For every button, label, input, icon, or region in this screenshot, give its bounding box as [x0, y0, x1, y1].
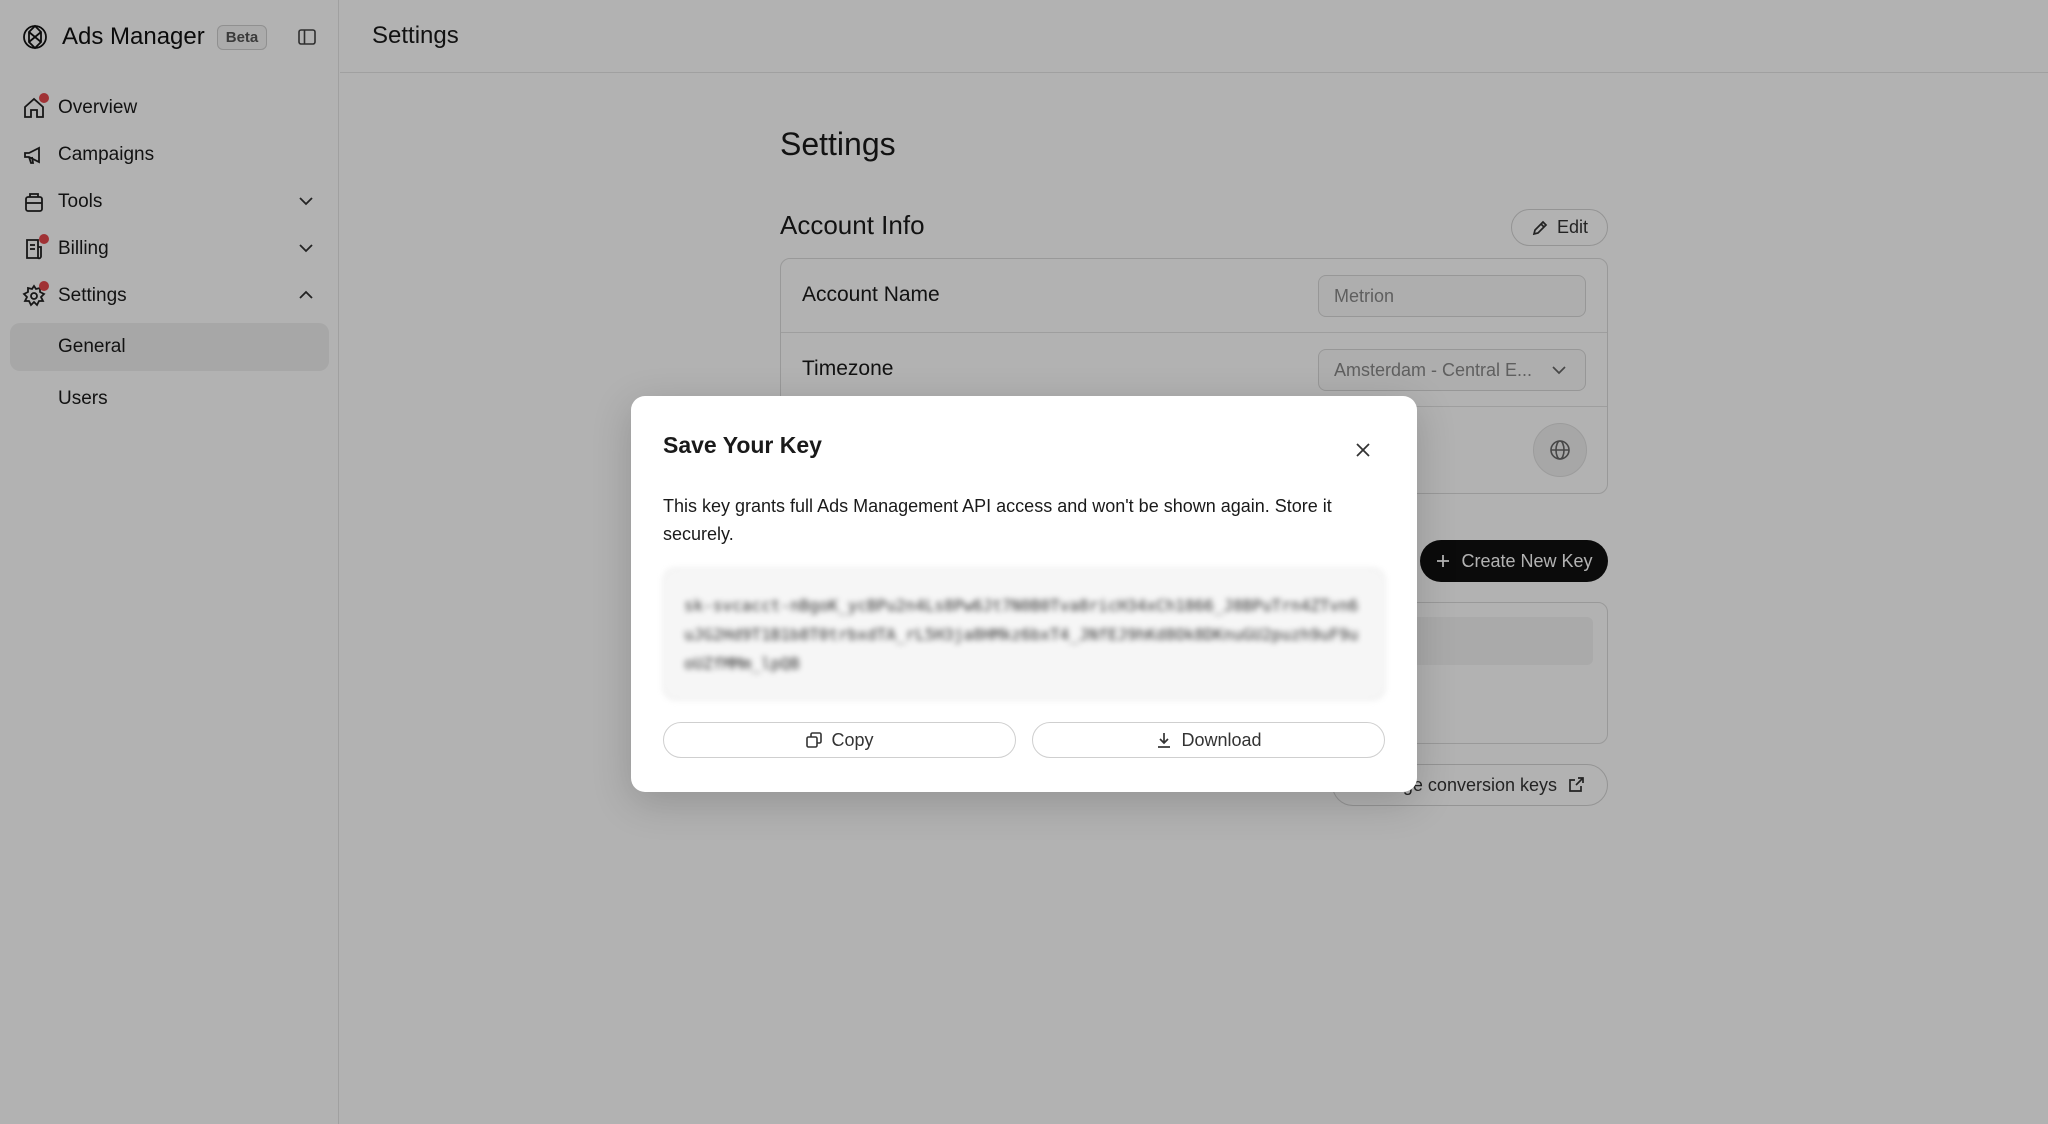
save-key-dialog: Save Your Key This key grants full Ads M… — [631, 396, 1417, 792]
dialog-actions: Copy Download — [663, 722, 1385, 758]
copy-label: Copy — [831, 729, 874, 750]
app-root: Ads Manager Beta Overview Campaigns Tool… — [0, 0, 2048, 1124]
dialog-title: Save Your Key — [663, 432, 822, 458]
api-key-value[interactable]: sk-svcacct-nBgoK_ycBPu2n4Ls8Pw6Jt7N0B0Tv… — [663, 568, 1385, 700]
download-label: Download — [1181, 729, 1262, 750]
download-icon — [1155, 731, 1173, 749]
copy-button[interactable]: Copy — [663, 722, 1016, 758]
download-button[interactable]: Download — [1032, 722, 1385, 758]
close-icon[interactable] — [1349, 436, 1377, 464]
dialog-description: This key grants full Ads Management API … — [663, 496, 1332, 544]
copy-icon — [805, 731, 823, 749]
